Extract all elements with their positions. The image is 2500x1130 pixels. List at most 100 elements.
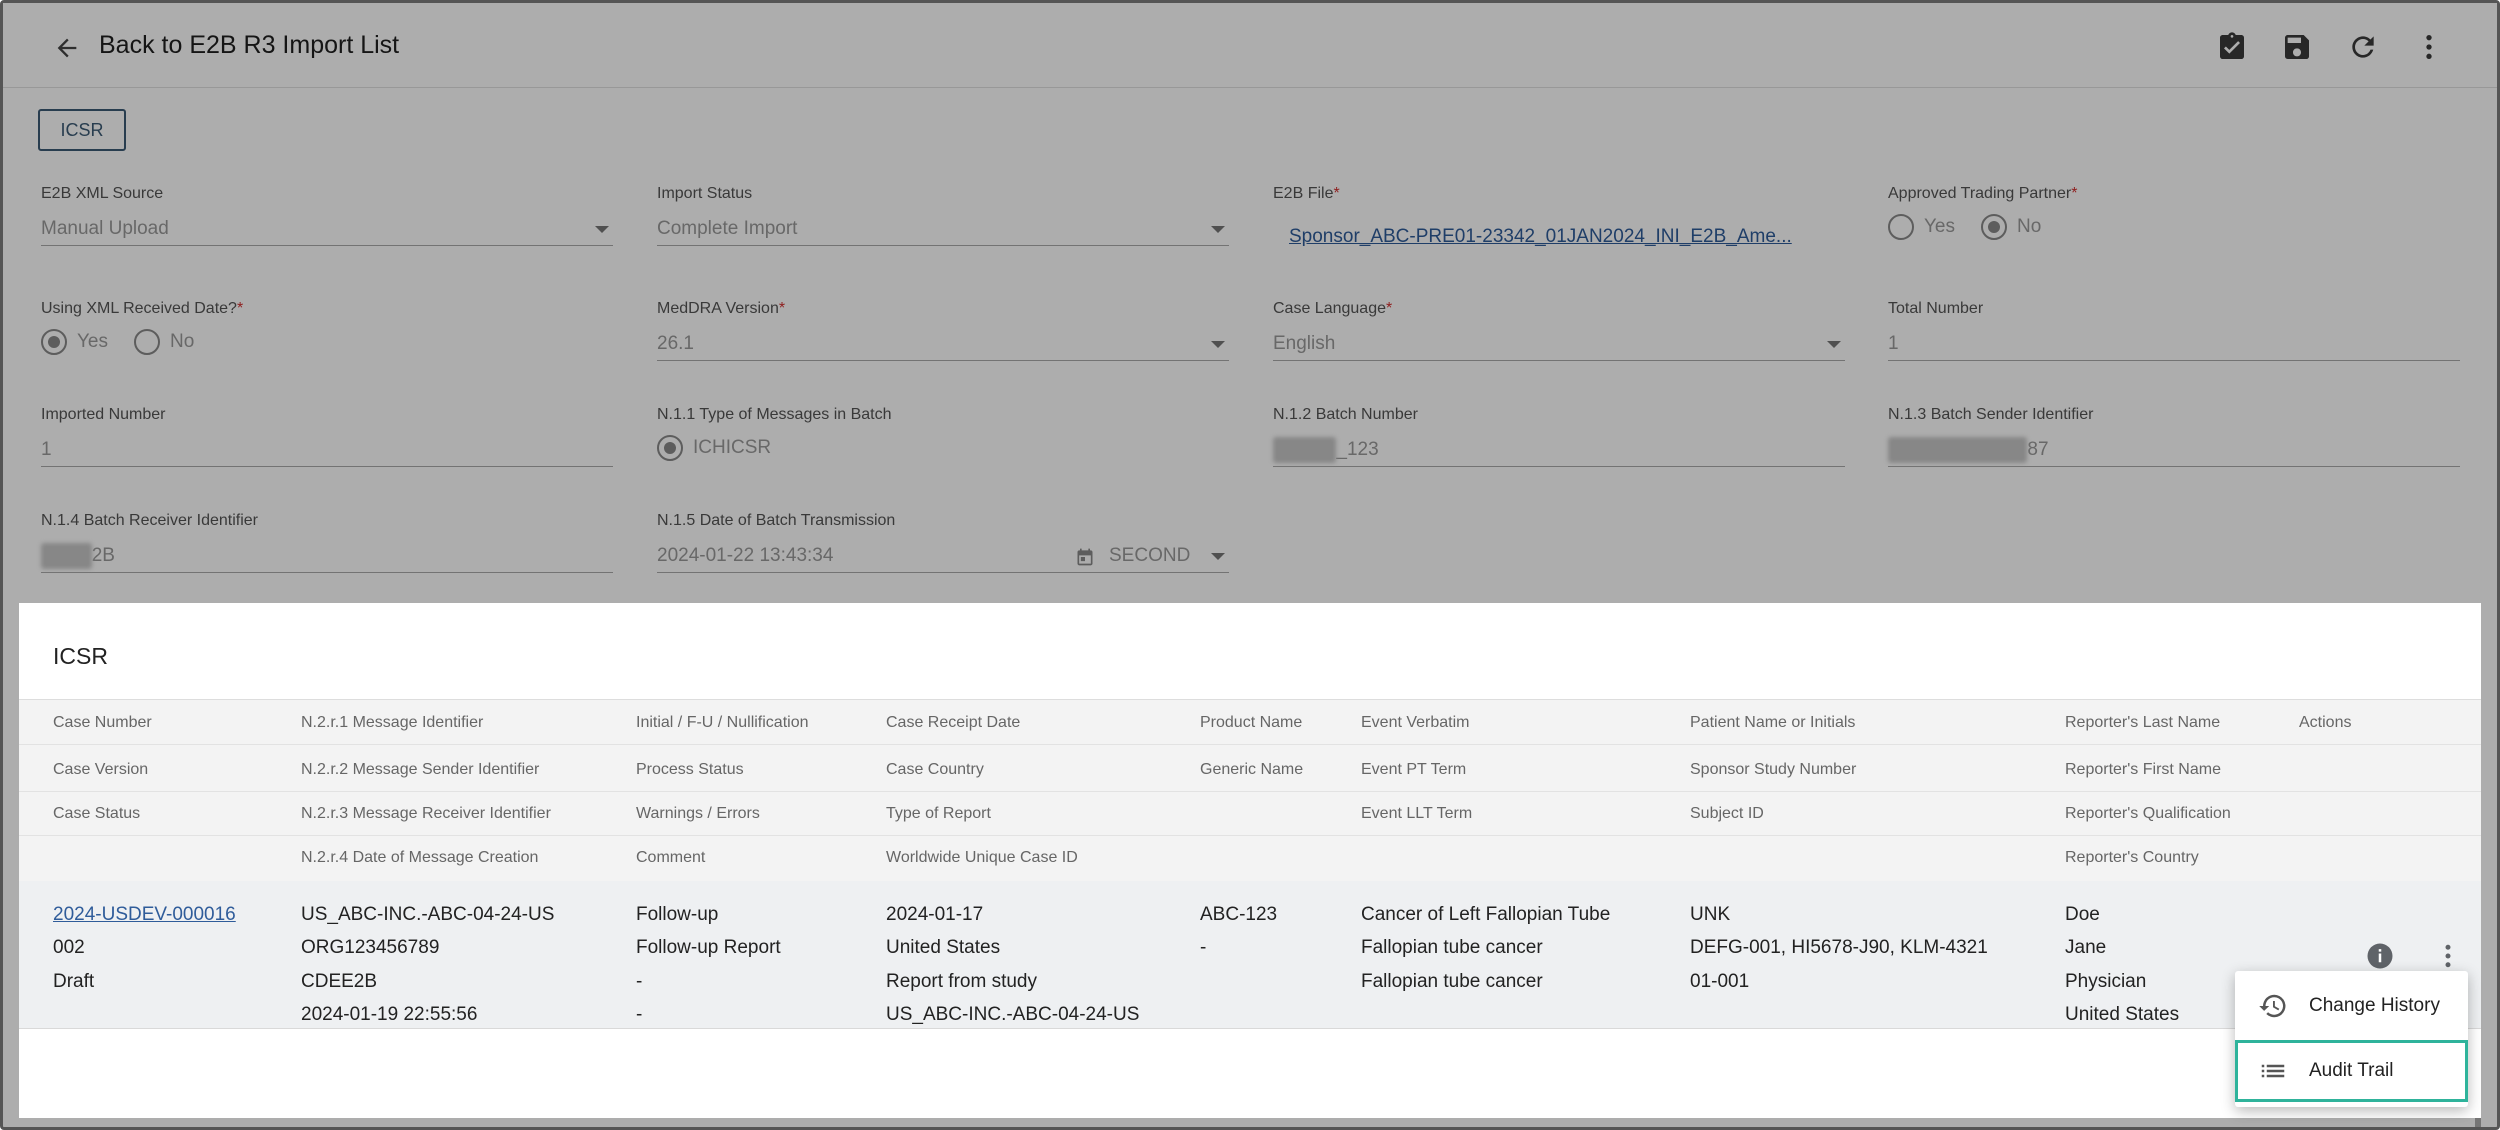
total-number-input[interactable]: 1 — [1888, 331, 2460, 361]
import-status-field: Import Status Complete Import — [657, 184, 1229, 246]
using-xml-date-no[interactable]: No — [134, 329, 194, 355]
column-header: N.2.r.3 Message Receiver Identifier — [301, 805, 551, 822]
case-language-select[interactable]: English — [1273, 331, 1845, 361]
column-header: Reporter's Last Name — [2065, 714, 2221, 731]
table-header: Case Number N.2.r.1 Message Identifier I… — [19, 699, 2481, 881]
row-actions-button[interactable] — [2433, 941, 2463, 971]
column-header: Warnings / Errors — [636, 805, 760, 822]
column-header: Case Receipt Date — [886, 714, 1021, 731]
tab-icsr[interactable]: ICSR — [38, 109, 126, 151]
save-icon — [2285, 35, 2309, 59]
validate-button[interactable] — [2214, 29, 2250, 65]
caret-down-icon — [595, 226, 609, 233]
case-number-link[interactable]: 2024-USDEV-000016 — [53, 904, 236, 926]
back-button[interactable] — [47, 30, 87, 66]
event-pt: Fallopian tube cancer — [1361, 937, 1543, 958]
select-value: Complete Import — [657, 218, 798, 239]
column-header: N.2.r.4 Date of Message Creation — [301, 849, 539, 866]
more-options-button[interactable] — [2411, 29, 2447, 65]
info-icon — [2367, 943, 2393, 969]
column-header: Patient Name or Initials — [1690, 714, 1856, 731]
event-llt: Fallopian tube cancer — [1361, 971, 1543, 992]
using-xml-date-field: Using XML Received Date?* Yes No — [41, 299, 613, 355]
field-label: E2B XML Source — [41, 185, 164, 202]
batch-receiver-input[interactable]: XXXX2B — [41, 543, 613, 573]
reporter-country: United States — [2065, 1004, 2180, 1025]
batch-sender-input[interactable]: XXXXXXXXXXX87 — [1888, 437, 2460, 467]
select-value: English — [1273, 333, 1336, 354]
meddra-field: MedDRA Version* 26.1 — [657, 299, 1229, 361]
message-date: 2024-01-19 22:55:56 — [301, 1004, 478, 1025]
trading-partner-radio-group: Yes No — [1888, 212, 2067, 242]
message-receiver: CDEE2B — [301, 971, 378, 992]
event-verbatim: Cancer of Left Fallopian Tube — [1361, 904, 1611, 925]
column-header: Worldwide Unique Case ID — [886, 849, 1078, 866]
generic-name: - — [1200, 937, 1207, 958]
calendar-icon[interactable] — [1075, 547, 1095, 575]
xml-source-field: E2B XML Source Manual Upload — [41, 184, 613, 246]
trading-partner-yes[interactable]: Yes — [1888, 214, 1955, 240]
column-header: Subject ID — [1690, 805, 1764, 822]
type-of-messages-radio-group: ICHICSR — [657, 433, 797, 463]
case-country: United States — [886, 937, 1001, 958]
precision-select[interactable]: SECOND — [1109, 543, 1229, 569]
date-value: 2024-01-22 13:43:34 — [657, 545, 834, 566]
column-header: Comment — [636, 849, 706, 866]
redacted-text: XXXXX — [1273, 437, 1337, 463]
batch-receiver-field: N.1.4 Batch Receiver Identifier XXXX2B — [41, 511, 613, 573]
field-label: N.1.4 Batch Receiver Identifier — [41, 512, 258, 529]
column-header: Event Verbatim — [1361, 714, 1470, 731]
modal-backdrop-left — [3, 603, 19, 1127]
column-header: Actions — [2299, 714, 2352, 731]
batch-date-field: N.1.5 Date of Batch Transmission 2024-01… — [657, 511, 1229, 573]
info-button[interactable] — [2365, 941, 2395, 971]
menu-item-audit-trail[interactable]: Audit Trail — [2235, 1040, 2468, 1102]
table-row[interactable]: 2024-USDEV-000016 002 Draft US_ABC-INC.-… — [19, 881, 2481, 1029]
trading-partner-no[interactable]: No — [1981, 214, 2041, 240]
more-vertical-icon — [2445, 944, 2451, 968]
field-label: N.1.1 Type of Messages in Batch — [657, 406, 892, 423]
refresh-icon — [2352, 36, 2374, 58]
xml-source-select[interactable]: Manual Upload — [41, 216, 613, 246]
column-header: Reporter's Country — [2065, 849, 2199, 866]
meddra-select[interactable]: 26.1 — [657, 331, 1229, 361]
field-label: N.1.5 Date of Batch Transmission — [657, 512, 896, 529]
app-window: Back to E2B R3 Import List ICSR E2B XML … — [0, 0, 2500, 1130]
import-status-select[interactable]: Complete Import — [657, 216, 1229, 246]
total-number-field: Total Number 1 — [1888, 299, 2460, 361]
save-button[interactable] — [2279, 29, 2315, 65]
column-header: Product Name — [1200, 714, 1303, 731]
batch-number-input[interactable]: XXXXX_123 — [1273, 437, 1845, 467]
header-bar: Back to E2B R3 Import List — [3, 3, 2497, 88]
process-status: Follow-up Report — [636, 937, 781, 958]
using-xml-date-yes[interactable]: Yes — [41, 329, 108, 355]
caret-down-icon — [1211, 553, 1225, 560]
subject-id: 01-001 — [1690, 971, 1750, 992]
using-xml-date-radio-group: Yes No — [41, 327, 220, 357]
reporter-first-name: Jane — [2065, 937, 2107, 958]
history-icon — [2255, 988, 2291, 1024]
header-row: Case Version N.2.r.2 Message Sender Iden… — [19, 747, 2481, 792]
redacted-text: XXXXXXXXXXX — [1888, 437, 2028, 463]
field-label: Imported Number — [41, 406, 166, 423]
column-header: Generic Name — [1200, 761, 1304, 778]
trading-partner-field: Approved Trading Partner* Yes No — [1888, 184, 2460, 240]
field-label: Using XML Received Date?* — [41, 300, 244, 317]
header-row: N.2.r.4 Date of Message Creation Comment… — [19, 835, 2481, 880]
header-row: Case Status N.2.r.3 Message Receiver Ide… — [19, 791, 2481, 836]
field-label: Approved Trading Partner* — [1888, 185, 2078, 202]
icsr-panel: ICSR Case Number N.2.r.1 Message Identif… — [19, 603, 2481, 1118]
report-type: Report from study — [886, 971, 1037, 992]
e2b-file-link[interactable]: Sponsor_ABC-PRE01-23342_01JAN2024_INI_E2… — [1289, 224, 1809, 250]
batch-date-input[interactable]: 2024-01-22 13:43:34 SECOND — [657, 543, 1229, 573]
column-header: Initial / F-U / Nullification — [636, 714, 809, 731]
imported-number-input[interactable]: 1 — [41, 437, 613, 467]
caret-down-icon — [1211, 341, 1225, 348]
type-of-messages-ichicsr[interactable]: ICHICSR — [657, 435, 771, 461]
column-header: Type of Report — [886, 805, 991, 822]
caret-down-icon — [1211, 226, 1225, 233]
study-number: DEFG-001, HI5678-J90, KLM-4321 — [1690, 937, 1988, 958]
refresh-button[interactable] — [2345, 29, 2381, 65]
menu-item-change-history[interactable]: Change History — [2235, 975, 2468, 1037]
reporter-qualification: Physician — [2065, 971, 2147, 992]
